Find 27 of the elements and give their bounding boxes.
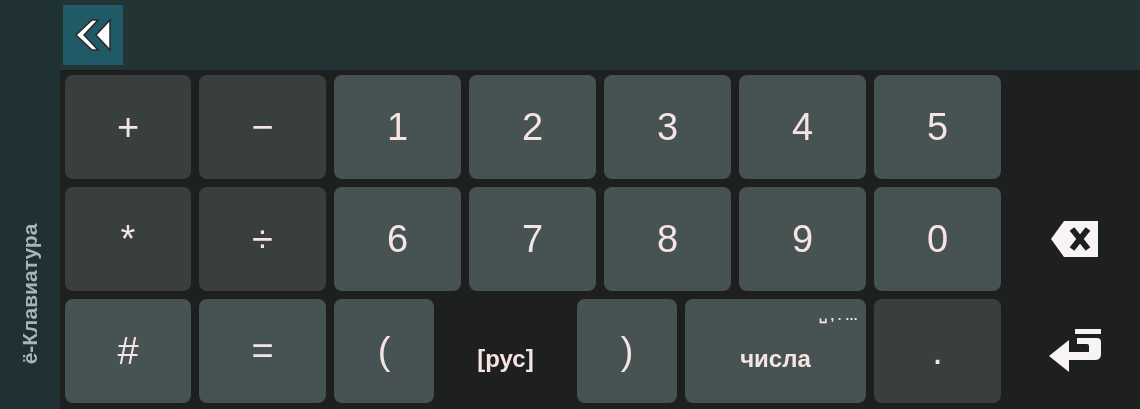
key[interactable]: 3 <box>604 75 731 179</box>
key[interactable]: 1 <box>334 75 461 179</box>
key[interactable]: = <box>199 299 326 403</box>
key[interactable]: 6 <box>334 187 461 291</box>
key[interactable]: 7 <box>469 187 596 291</box>
key[interactable]: 9 <box>739 187 866 291</box>
key[interactable]: 5 <box>874 75 1001 179</box>
backspace-button[interactable] <box>1049 219 1100 259</box>
key[interactable]: 8 <box>604 187 731 291</box>
double-chevron-left-icon <box>72 18 114 52</box>
language-key[interactable]: [рус] <box>442 299 569 403</box>
numbers-key[interactable]: ␣ , . … числа <box>685 299 866 403</box>
collapse-button[interactable] <box>63 5 123 65</box>
sidebar-title: ё-Клавиатура <box>17 223 43 365</box>
key-hint: ␣ , . … <box>818 309 858 322</box>
key[interactable]: * <box>65 187 191 291</box>
key[interactable]: + <box>65 75 191 179</box>
key[interactable]: . <box>874 299 1001 403</box>
key[interactable]: 0 <box>874 187 1001 291</box>
backspace-icon <box>1049 219 1100 259</box>
key[interactable]: ( <box>334 299 434 403</box>
key[interactable]: 4 <box>739 75 866 179</box>
key[interactable]: ÷ <box>199 187 326 291</box>
key[interactable]: # <box>65 299 191 403</box>
key[interactable]: 2 <box>469 75 596 179</box>
key[interactable]: ) <box>577 299 677 403</box>
key[interactable]: − <box>199 75 326 179</box>
